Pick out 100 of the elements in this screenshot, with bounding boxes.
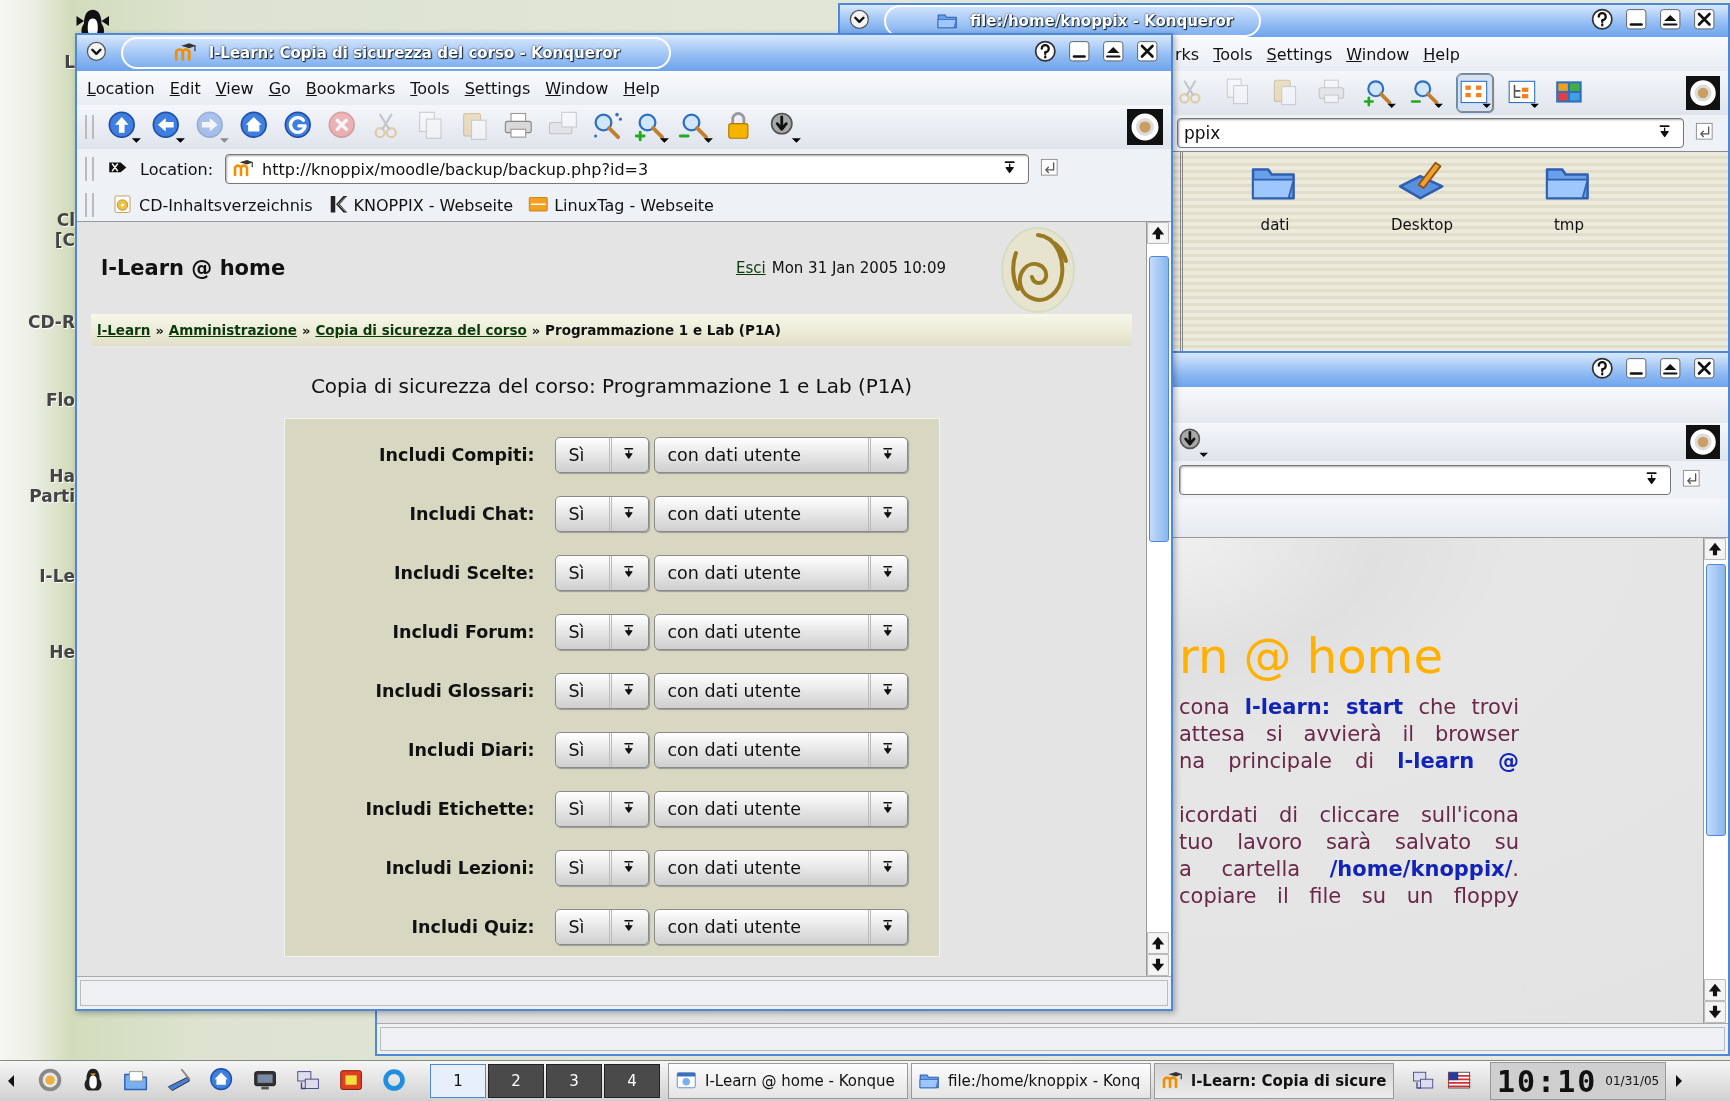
scrollbar[interactable]	[1146, 222, 1171, 976]
back-arrow-icon[interactable]	[150, 109, 186, 145]
scroll-up-icon[interactable]	[1704, 538, 1726, 560]
menu-item[interactable]: rks	[1175, 44, 1200, 64]
file-name[interactable]: Desktop	[1391, 216, 1453, 234]
desktop-icon-label[interactable]: [C	[54, 230, 75, 250]
scroll-down-icon[interactable]	[1704, 1001, 1726, 1023]
field-label: Includi Scelte:	[393, 562, 535, 583]
file-name[interactable]: dati	[1260, 216, 1290, 234]
include-dropdown[interactable]: Sì	[554, 849, 649, 886]
date-text: Mon 31 Jan 2005 10:09	[771, 259, 946, 277]
location-field[interactable]: ppix	[1177, 118, 1684, 148]
menu-item[interactable]: Edit	[169, 78, 201, 98]
up-arrow-icon[interactable]	[106, 109, 142, 145]
desktop-pager-button[interactable]: 1	[430, 1064, 486, 1098]
include-dropdown[interactable]: Sì	[554, 495, 649, 532]
field-label: Includi Lezioni:	[384, 857, 535, 878]
desktop-pager-button[interactable]: 4	[604, 1064, 660, 1098]
user-data-dropdown[interactable]: con dati utente	[653, 790, 908, 827]
window-title: file:/home/knoppix - Konqueror	[884, 5, 1262, 37]
include-dropdown[interactable]: Sì	[554, 672, 649, 709]
scroll-down-icon[interactable]	[1147, 954, 1169, 976]
desktop-icon-label[interactable]: I-Le	[39, 566, 75, 586]
include-dropdown[interactable]: Sì	[554, 790, 649, 827]
taskbar-button[interactable]: file:/home/knoppix - Konq	[911, 1063, 1151, 1099]
scroll-up-icon[interactable]	[1704, 979, 1726, 1001]
menu-item[interactable]: Bookmarks	[305, 78, 396, 98]
include-dropdown[interactable]: Sì	[554, 908, 649, 945]
bookmark-link[interactable]: LinuxTag - Webseite	[527, 193, 714, 217]
menu-item[interactable]: Help	[1423, 44, 1460, 64]
include-dropdown[interactable]: Sì	[554, 731, 649, 768]
breadcrumb-link[interactable]: l-Learn	[97, 322, 151, 338]
include-dropdown[interactable]: Sì	[554, 613, 649, 650]
breadcrumb-separator: »	[531, 322, 541, 338]
include-dropdown[interactable]: Sì	[554, 554, 649, 591]
left-arrow-icon[interactable]	[6, 1073, 16, 1089]
breadcrumb-link[interactable]: Amministrazione	[168, 322, 297, 338]
page-heading: Copia di sicurezza del corso: Programmazione 1 e Lab (P1A)	[309, 373, 914, 400]
field-label: Includi Compiti:	[378, 444, 535, 465]
toolbar-handle[interactable]	[85, 115, 94, 139]
field-label: Includi Chat:	[408, 503, 535, 524]
menu-item[interactable]: Tools	[410, 78, 450, 98]
icon-view-icon[interactable]	[1457, 74, 1493, 112]
scrollbar[interactable]	[1703, 538, 1728, 1023]
menu-item[interactable]: Window	[545, 78, 609, 98]
breadcrumb-link[interactable]: Copia di sicurezza del corso	[315, 322, 527, 338]
paragraph-line: a cartella /home/knoppix/.	[1179, 856, 1519, 883]
clock[interactable]: 10:10 01/31/05	[1490, 1062, 1667, 1100]
paragraph-line: copiare il file su un floppy	[1179, 883, 1519, 910]
taskbar-button[interactable]: l-Learn: Copia di sicure	[1154, 1063, 1394, 1099]
field-label: Includi Etichette:	[364, 798, 535, 819]
menu-item[interactable]: Help	[623, 78, 660, 98]
breadcrumb-separator: »	[155, 322, 164, 338]
desktop-pager-button[interactable]: 3	[546, 1064, 602, 1098]
menu-item[interactable]: Go	[268, 78, 291, 98]
paragraph-line: tuo lavoro sarà salvato su	[1179, 829, 1519, 856]
desktop-pager-button[interactable]: 2	[488, 1064, 544, 1098]
user-data-dropdown[interactable]: con dati utente	[653, 849, 908, 886]
location-field[interactable]: http://knoppix/moodle/backup/backup.php?id=3	[225, 154, 1030, 184]
desktop-icon-label[interactable]: Cl	[56, 210, 75, 230]
menu-item[interactable]: Tools	[1213, 44, 1253, 64]
user-data-dropdown[interactable]: con dati utente	[653, 495, 908, 532]
user-data-dropdown[interactable]: con dati utente	[653, 731, 908, 768]
toolbar-handle[interactable]	[85, 157, 94, 181]
field-label: Includi Diari:	[407, 739, 535, 760]
menu-item[interactable]: Settings	[464, 78, 531, 98]
paragraph-line: attesa si avvierà il browser	[1179, 721, 1519, 748]
scroll-up-icon[interactable]	[1147, 932, 1169, 954]
user-data-dropdown[interactable]: con dati utente	[653, 554, 908, 591]
taskbar-button[interactable]: I-Learn @ home - Konque	[668, 1063, 908, 1099]
menu-item[interactable]: Window	[1346, 44, 1410, 64]
breadcrumb-separator: »	[302, 322, 311, 338]
site-name: l-Learn @ home	[101, 256, 286, 280]
paragraph-line: icordati di cliccare sull'icona	[1179, 802, 1519, 829]
user-data-dropdown[interactable]: con dati utente	[653, 908, 908, 945]
bookmark-link[interactable]: KNOPPIX - Webseite	[326, 193, 514, 217]
clock-date: 01/31/05	[1605, 1074, 1660, 1088]
menu-item[interactable]: Settings	[1266, 44, 1333, 64]
menu-item[interactable]: View	[215, 78, 254, 98]
location-label: Location:	[140, 159, 214, 179]
desktop-icon-label[interactable]: Ha	[49, 466, 75, 486]
desktop-icon-label[interactable]: L	[64, 52, 75, 72]
desktop-icon-label[interactable]: Parti	[29, 486, 75, 506]
desktop-icon-label[interactable]: CD-R	[27, 312, 75, 332]
desktop-icon-label[interactable]: He	[49, 642, 75, 662]
scroll-up-icon[interactable]	[1147, 222, 1169, 244]
include-dropdown[interactable]: Sì	[554, 436, 649, 473]
user-data-dropdown[interactable]: con dati utente	[653, 436, 908, 473]
location-field[interactable]	[1179, 465, 1671, 495]
right-arrow-icon[interactable]	[1674, 1073, 1685, 1089]
menu-item[interactable]: Location	[87, 78, 155, 98]
paragraph-line: na principale di l-learn @	[1179, 748, 1519, 775]
user-data-dropdown[interactable]: con dati utente	[653, 672, 908, 709]
toolbar-handle[interactable]	[85, 193, 94, 217]
user-data-dropdown[interactable]: con dati utente	[653, 613, 908, 650]
logout-link[interactable]: Esci	[735, 259, 766, 277]
desktop-icon-label[interactable]: Flo	[45, 390, 75, 410]
file-name[interactable]: tmp	[1554, 216, 1584, 234]
bookmark-link[interactable]: CD-Inhaltsverzeichnis	[112, 193, 313, 217]
field-label: Includi Quiz:	[410, 916, 535, 937]
